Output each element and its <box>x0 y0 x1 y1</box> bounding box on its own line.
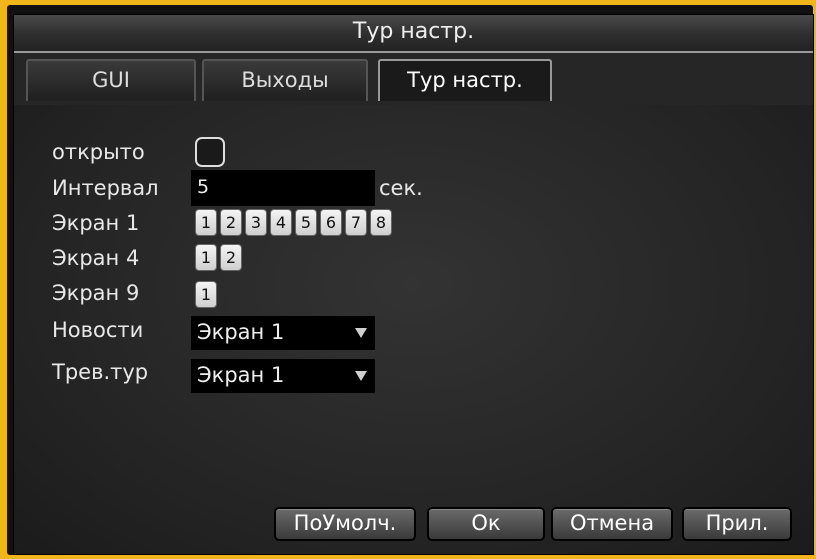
open-checkbox[interactable] <box>195 137 225 167</box>
alarm-tour-label: Трев.тур <box>52 360 149 384</box>
screen4-button-2[interactable]: 2 <box>220 244 242 271</box>
tab-gui[interactable]: GUI <box>26 59 196 101</box>
screen1-label: Экран 1 <box>52 211 140 235</box>
tab-bar: GUI Выходы Тур настр. <box>14 59 813 105</box>
screen1-button-7[interactable]: 7 <box>345 209 367 236</box>
screen4-label: Экран 4 <box>52 246 140 270</box>
window-title: Тур настр. <box>352 19 475 44</box>
tour-settings-window: Тур настр. GUI Выходы Тур настр. открыто… <box>13 14 814 555</box>
settings-panel: открыто Интервал 5 сек. Экран 1 1 2 3 4 … <box>14 105 813 554</box>
screen9-label: Экран 9 <box>52 281 140 305</box>
interval-input[interactable]: 5 <box>191 170 375 206</box>
screen1-button-2[interactable]: 2 <box>220 209 242 236</box>
title-bar: Тур настр. <box>14 15 813 53</box>
news-select[interactable]: Экран 1 <box>191 316 375 350</box>
dropdown-arrow-icon <box>355 371 367 381</box>
ok-button[interactable]: Ок <box>427 507 545 541</box>
apply-button[interactable]: Прил. <box>682 507 792 541</box>
screen9-button-1[interactable]: 1 <box>195 281 217 308</box>
news-select-value: Экран 1 <box>197 320 285 344</box>
screen1-button-8[interactable]: 8 <box>370 209 392 236</box>
screen1-button-1[interactable]: 1 <box>195 209 217 236</box>
screen1-button-6[interactable]: 6 <box>320 209 342 236</box>
open-label: открыто <box>52 140 145 164</box>
screen1-button-4[interactable]: 4 <box>270 209 292 236</box>
alarm-tour-select-value: Экран 1 <box>197 363 285 387</box>
screen4-button-1[interactable]: 1 <box>195 244 217 271</box>
default-button[interactable]: ПоУмолч. <box>274 507 416 541</box>
cancel-button[interactable]: Отмена <box>551 507 673 541</box>
news-label: Новости <box>52 318 144 342</box>
tab-outputs[interactable]: Выходы <box>202 59 368 101</box>
interval-label: Интервал <box>52 176 159 200</box>
dropdown-arrow-icon <box>355 328 367 338</box>
tab-tour-settings[interactable]: Тур настр. <box>378 59 552 101</box>
interval-unit: сек. <box>379 176 423 200</box>
alarm-tour-select[interactable]: Экран 1 <box>191 359 375 393</box>
screen1-button-5[interactable]: 5 <box>295 209 317 236</box>
screen1-button-3[interactable]: 3 <box>245 209 267 236</box>
